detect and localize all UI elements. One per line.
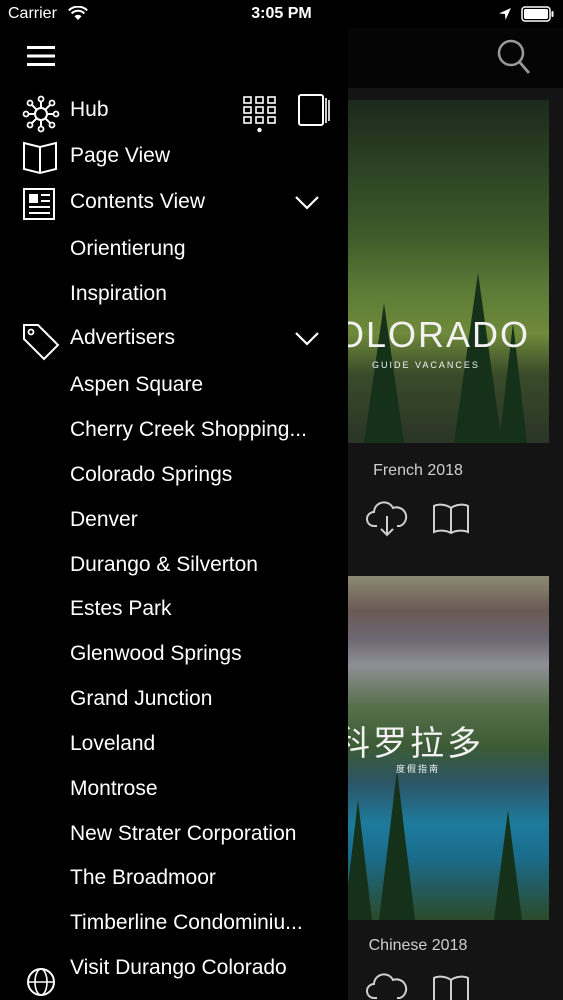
globe-icon[interactable] bbox=[26, 964, 56, 1000]
contents-item-label: Orientierung bbox=[70, 237, 186, 260]
advertiser-item[interactable]: Timberline Condominiu... bbox=[0, 904, 348, 944]
battery-icon bbox=[521, 6, 554, 22]
advertiser-label: Colorado Springs bbox=[70, 463, 233, 486]
advertiser-item[interactable]: Loveland bbox=[0, 725, 348, 765]
cover-chinese-2018[interactable]: 科罗拉多 度假指南 bbox=[334, 576, 549, 920]
hub-icon bbox=[22, 95, 60, 133]
advertiser-label: Cherry Creek Shopping... bbox=[70, 418, 307, 441]
advertiser-label: Estes Park bbox=[70, 597, 172, 620]
read-book-icon[interactable] bbox=[432, 974, 470, 1000]
advertiser-item[interactable]: Colorado Springs bbox=[0, 456, 348, 496]
advertiser-label: Aspen Square bbox=[70, 373, 204, 396]
cover-title: 科罗拉多 bbox=[336, 725, 484, 763]
hamburger-menu-icon[interactable] bbox=[27, 45, 55, 67]
advertiser-item[interactable]: Glenwood Springs bbox=[0, 635, 348, 675]
cloud-download-icon[interactable] bbox=[366, 972, 408, 1000]
advertiser-label: Loveland bbox=[70, 732, 156, 755]
advertiser-item[interactable]: The Broadmoor bbox=[0, 859, 348, 899]
contents-item[interactable]: Orientierung bbox=[0, 230, 348, 270]
advertiser-label: Grand Junction bbox=[70, 687, 213, 710]
status-bar: Carrier 3:05 PM bbox=[0, 0, 563, 28]
advertiser-item[interactable]: Cherry Creek Shopping... bbox=[0, 411, 348, 451]
advertiser-label: Timberline Condominiu... bbox=[70, 911, 303, 934]
advertiser-label: The Broadmoor bbox=[70, 866, 216, 889]
clock: 3:05 PM bbox=[251, 5, 312, 22]
advertiser-item[interactable]: New Strater Corporation bbox=[0, 815, 348, 855]
single-page-view-icon[interactable] bbox=[297, 93, 331, 127]
cover-subtitle: 度假指南 bbox=[396, 764, 441, 774]
read-book-icon[interactable] bbox=[432, 502, 470, 534]
nav-item-label: Advertisers bbox=[70, 326, 176, 349]
chevron-down-icon[interactable] bbox=[294, 331, 320, 347]
search-icon[interactable] bbox=[496, 38, 532, 76]
advertiser-label: Montrose bbox=[70, 777, 158, 800]
nav-item-advertisers[interactable]: Advertisers bbox=[0, 317, 348, 361]
advertiser-label: Durango & Silverton bbox=[70, 553, 258, 576]
nav-item-contents-view[interactable]: Contents View bbox=[0, 181, 348, 225]
cover-caption: French 2018 bbox=[373, 462, 463, 479]
advertiser-item[interactable]: Denver bbox=[0, 501, 348, 541]
advertiser-item[interactable]: Aspen Square bbox=[0, 366, 348, 406]
advertiser-label: Visit Durango Colorado bbox=[70, 956, 287, 979]
cover-title: OLORADO bbox=[336, 314, 531, 355]
contents-item[interactable]: Inspiration bbox=[0, 275, 348, 315]
tag-icon bbox=[23, 324, 60, 361]
location-arrow-icon bbox=[499, 8, 511, 20]
nav-item-label: Contents View bbox=[70, 190, 206, 213]
advertiser-label: Glenwood Springs bbox=[70, 642, 242, 665]
nav-item-label: Page View bbox=[70, 144, 171, 167]
advertiser-item[interactable]: Grand Junction bbox=[0, 680, 348, 720]
grid-view-icon[interactable] bbox=[243, 96, 277, 134]
advertiser-item[interactable]: Montrose bbox=[0, 770, 348, 810]
nav-item-label: Hub bbox=[70, 98, 109, 121]
nav-item-page-view[interactable]: Page View bbox=[0, 135, 348, 179]
cover-subtitle: GUIDE VACANCES bbox=[372, 360, 480, 370]
chevron-down-icon[interactable] bbox=[294, 195, 320, 211]
cover-french-2018[interactable]: OLORADO GUIDE VACANCES bbox=[334, 100, 549, 443]
cover-caption: Chinese 2018 bbox=[368, 937, 468, 954]
newspaper-icon bbox=[23, 188, 55, 220]
navigation-drawer: Hub Page View Contents View Orientierung… bbox=[0, 28, 348, 1000]
contents-item-label: Inspiration bbox=[70, 282, 167, 305]
advertiser-item[interactable]: Durango & Silverton bbox=[0, 546, 348, 586]
nav-item-hub[interactable]: Hub bbox=[0, 89, 348, 133]
advertiser-item[interactable]: Estes Park bbox=[0, 590, 348, 630]
advertiser-label: New Strater Corporation bbox=[70, 822, 297, 845]
advertiser-label: Denver bbox=[70, 508, 138, 531]
cloud-download-icon[interactable] bbox=[366, 500, 408, 538]
open-book-icon bbox=[23, 141, 57, 175]
